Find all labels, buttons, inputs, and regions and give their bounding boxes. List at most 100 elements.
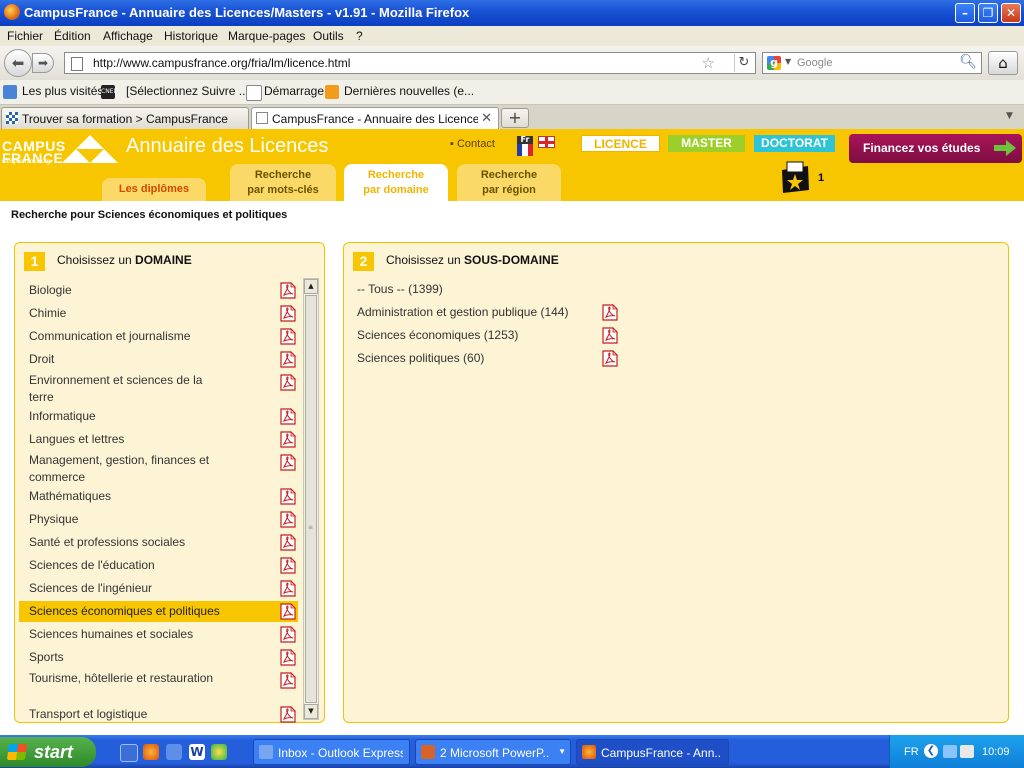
pdf-icon[interactable]: [280, 626, 296, 643]
desktop-icon[interactable]: [120, 744, 138, 762]
selection-basket-icon[interactable]: [779, 160, 812, 194]
domain-item[interactable]: Biologie: [19, 280, 298, 303]
pdf-icon[interactable]: [280, 282, 296, 299]
pdf-icon[interactable]: [280, 351, 296, 368]
licence-button[interactable]: LICENCE: [581, 135, 660, 152]
pdf-icon[interactable]: [280, 580, 296, 597]
language-indicator[interactable]: FR: [904, 746, 919, 758]
pdf-icon[interactable]: [280, 408, 296, 425]
domain-item-label[interactable]: Chimie: [29, 303, 229, 324]
word-quicklaunch-icon[interactable]: W: [189, 744, 205, 760]
reload-icon[interactable]: ↻: [734, 54, 753, 72]
pdf-icon[interactable]: [280, 488, 296, 505]
domain-item[interactable]: Physique: [19, 509, 298, 532]
pdf-icon[interactable]: [602, 350, 618, 367]
show-hidden-icons-icon[interactable]: ❮: [924, 744, 938, 758]
scroll-down-arrow-icon[interactable]: ▼: [304, 704, 318, 719]
pdf-icon[interactable]: [280, 305, 296, 322]
domain-item-label[interactable]: Physique: [29, 509, 229, 530]
network-icon[interactable]: [943, 745, 957, 758]
back-button[interactable]: ⬅: [4, 49, 32, 77]
url-text[interactable]: http://www.campusfrance.org/fria/lm/lice…: [93, 56, 350, 70]
firefox-quicklaunch-icon[interactable]: [143, 744, 159, 760]
domain-item-label[interactable]: Sciences de l'éducation: [29, 555, 229, 576]
home-button[interactable]: ⌂: [988, 51, 1018, 75]
search-placeholder[interactable]: Google: [797, 57, 832, 69]
bookmark-most-visited[interactable]: Les plus visités: [22, 84, 103, 98]
menu-help[interactable]: ?: [356, 29, 363, 43]
tab-les-diplomes[interactable]: Les diplômes: [102, 178, 206, 201]
media-player-icon[interactable]: [211, 744, 227, 760]
french-flag-icon[interactable]: Fr: [517, 136, 533, 156]
domain-item[interactable]: Tourisme, hôtellerie et restauration: [19, 670, 298, 704]
subdomain-item[interactable]: -- Tous -- (1399): [357, 282, 443, 296]
pdf-icon[interactable]: [280, 534, 296, 551]
domain-item[interactable]: Chimie: [19, 303, 298, 326]
domain-item[interactable]: Sciences humaines et sociales: [19, 624, 298, 647]
task-campusfrance-firefox[interactable]: CampusFrance - Ann...: [576, 739, 729, 765]
pdf-icon[interactable]: [602, 327, 618, 344]
domain-item-label[interactable]: Environnement et sciences de la terre: [29, 372, 229, 406]
master-button[interactable]: MASTER: [668, 135, 745, 152]
pdf-icon[interactable]: [280, 511, 296, 528]
task-outlook-express[interactable]: Inbox - Outlook Express: [253, 739, 410, 765]
minimize-button[interactable]: –: [955, 3, 975, 23]
volume-icon[interactable]: [960, 745, 974, 758]
financez-vos-etudes-button[interactable]: Financez vos études: [849, 134, 1022, 163]
domain-item-label[interactable]: Informatique: [29, 406, 229, 427]
task-powerpoint[interactable]: 2 Microsoft PowerP... ▼: [415, 739, 571, 765]
tab-close-icon[interactable]: ✕: [481, 110, 492, 126]
domain-item-label[interactable]: Santé et professions sociales: [29, 532, 229, 553]
scrollbar-thumb[interactable]: ≡: [305, 295, 317, 703]
menu-affichage[interactable]: Affichage: [103, 29, 153, 43]
domain-item[interactable]: Sciences économiques et politiques: [19, 601, 298, 622]
domain-item-label[interactable]: Mathématiques: [29, 486, 229, 507]
domain-item[interactable]: Sciences de l'éducation: [19, 555, 298, 578]
pdf-icon[interactable]: [280, 649, 296, 666]
pdf-icon[interactable]: [602, 304, 618, 321]
menu-marque-pages[interactable]: Marque-pages: [228, 29, 305, 43]
scroll-up-arrow-icon[interactable]: ▲: [304, 279, 318, 294]
domain-item[interactable]: Mathématiques: [19, 486, 298, 509]
domain-item[interactable]: Environnement et sciences de la terre: [19, 372, 298, 406]
domain-item[interactable]: Informatique: [19, 406, 298, 429]
english-flag-icon[interactable]: [538, 136, 555, 148]
domain-item-label[interactable]: Transport et logistique: [29, 704, 229, 725]
domain-item-label[interactable]: Tourisme, hôtellerie et restauration: [29, 670, 229, 687]
domain-item-label[interactable]: Sciences humaines et sociales: [29, 624, 229, 645]
tab-recherche-par-region[interactable]: Recherche par région: [457, 164, 561, 201]
search-box[interactable]: g ▼ Google 🔍︎: [762, 52, 982, 74]
domain-item-label[interactable]: Management, gestion, finances et commerc…: [29, 452, 229, 486]
domain-item[interactable]: Santé et professions sociales: [19, 532, 298, 555]
new-tab-button[interactable]: +: [501, 108, 529, 128]
maximize-button[interactable]: ❐: [978, 3, 998, 23]
pdf-icon[interactable]: [280, 431, 296, 448]
menu-fichier[interactable]: Fichier: [7, 29, 43, 43]
tab-list-dropdown-icon[interactable]: ▼: [1006, 111, 1013, 121]
google-icon[interactable]: g: [767, 56, 781, 70]
subdomain-item[interactable]: Administration et gestion publique (144): [357, 305, 568, 319]
doctorat-button[interactable]: DOCTORAT: [754, 135, 835, 152]
domain-item-label[interactable]: Sports: [29, 647, 229, 668]
pdf-icon[interactable]: [280, 374, 296, 391]
pdf-icon[interactable]: [280, 557, 296, 574]
domain-item-label[interactable]: Sciences de l'ingénieur: [29, 578, 229, 599]
domain-item-label[interactable]: Biologie: [29, 280, 229, 301]
tab-trouver-sa-formation[interactable]: Trouver sa formation > CampusFrance: [1, 107, 249, 129]
tab-recherche-par-domaine[interactable]: Recherche par domaine: [344, 164, 448, 201]
outlook-quicklaunch-icon[interactable]: [166, 744, 182, 760]
subdomain-item[interactable]: Sciences économiques (1253): [357, 328, 518, 342]
domain-item[interactable]: Transport et logistique: [19, 704, 298, 727]
bookmark-selectionnez-suivre[interactable]: [Sélectionnez Suivre ...: [126, 84, 249, 98]
pdf-icon[interactable]: [280, 706, 296, 723]
start-button[interactable]: start: [0, 737, 96, 767]
pdf-icon[interactable]: [280, 603, 296, 620]
address-bar[interactable]: http://www.campusfrance.org/fria/lm/lice…: [64, 52, 756, 74]
menu-edition[interactable]: Édition: [54, 29, 91, 43]
domain-item[interactable]: Management, gestion, finances et commerc…: [19, 452, 298, 486]
contact-link[interactable]: ▪ Contact: [450, 138, 495, 150]
domain-list-scrollbar[interactable]: ▲ ≡ ▼: [303, 278, 319, 720]
menu-outils[interactable]: Outils: [313, 29, 344, 43]
pdf-icon[interactable]: [280, 672, 296, 689]
subdomain-item[interactable]: Sciences politiques (60): [357, 351, 484, 365]
